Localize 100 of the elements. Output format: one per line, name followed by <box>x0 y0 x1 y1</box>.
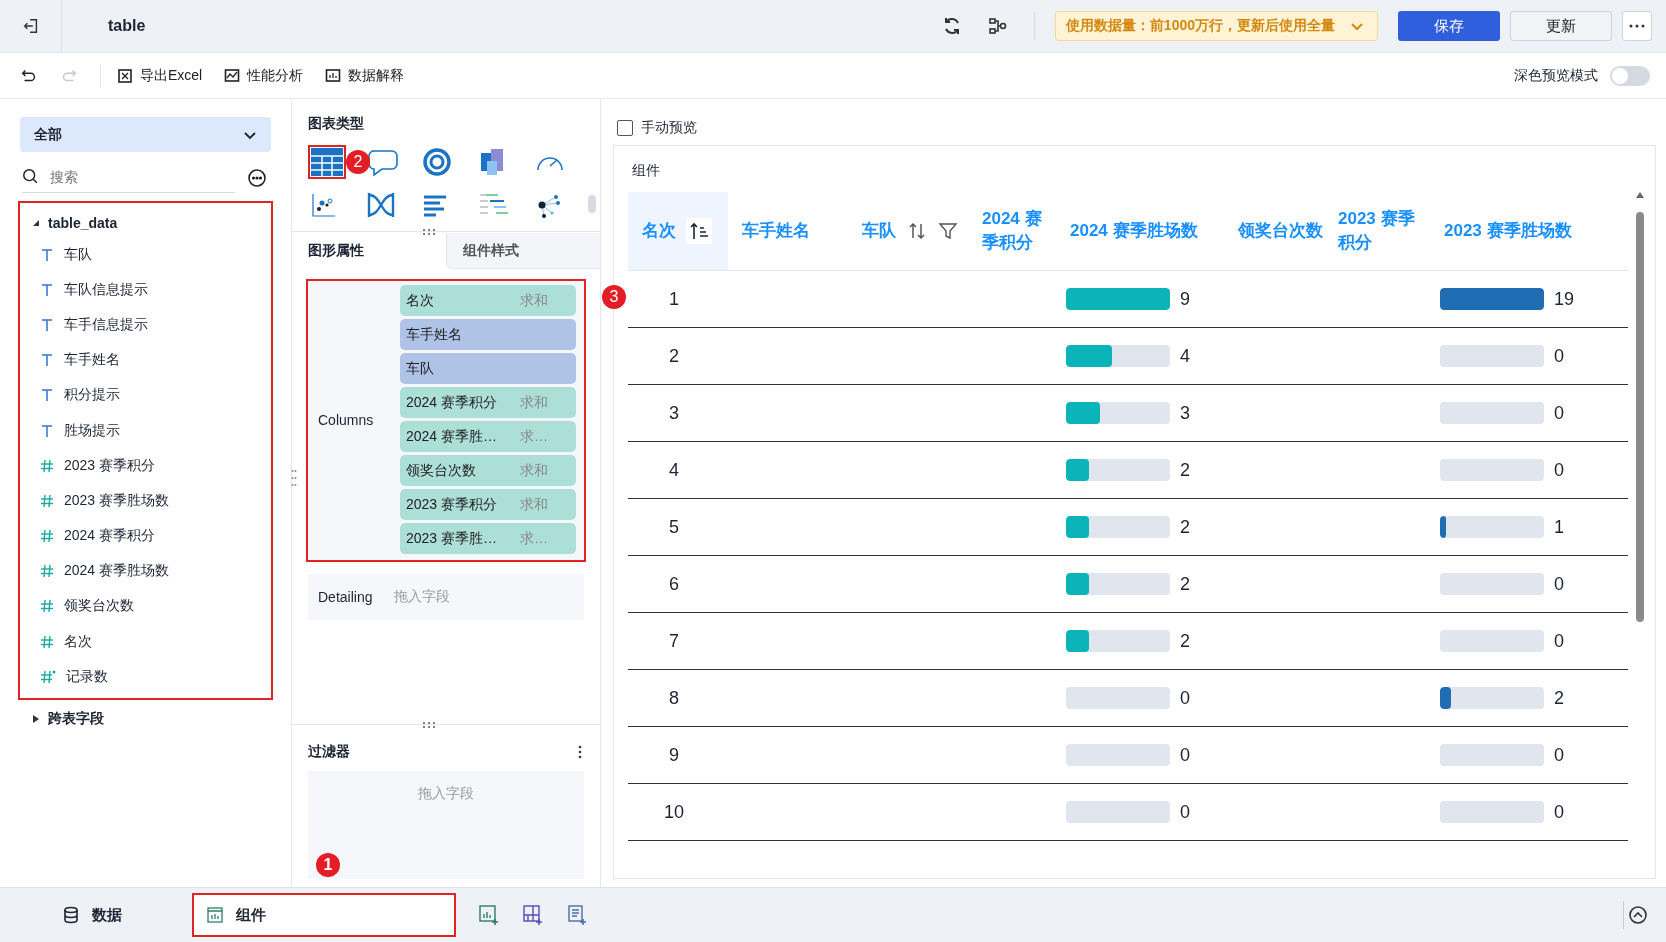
search-field[interactable]: 搜索 <box>48 168 235 186</box>
dark-mode-label: 深色预览模式 <box>1514 66 1598 85</box>
table-cell: 0 <box>1554 459 1564 481</box>
table-cell: 2 <box>1180 459 1190 481</box>
excel-icon <box>117 67 133 84</box>
table-cell: 9 <box>669 744 679 765</box>
panel-tab[interactable]: 组件样式 <box>445 233 600 269</box>
column-title: 车手姓名 <box>742 220 810 243</box>
table-cell: 1 <box>1554 516 1564 538</box>
drop-placeholder: 拖入字段 <box>394 588 451 606</box>
number-field-icon <box>40 529 54 544</box>
field-item[interactable]: 2024 赛季积分 <box>20 518 271 554</box>
table-cell: 6 <box>669 573 679 594</box>
text-field-icon <box>40 317 54 332</box>
field-item[interactable]: 领奖台次数 <box>20 588 271 625</box>
table-cell: 2 <box>1554 687 1564 709</box>
table-icon <box>310 147 344 177</box>
collapsed-caret-icon <box>32 714 40 725</box>
field-item[interactable]: 名次 <box>20 624 271 660</box>
table-cell: 2 <box>1180 630 1190 652</box>
save-button[interactable]: 保存 <box>1398 11 1500 41</box>
table-cell: 2 <box>1180 573 1190 595</box>
sankey-icon <box>366 191 396 219</box>
bottom-tab[interactable]: 数据 <box>50 895 134 935</box>
manual-preview-checkbox[interactable] <box>617 120 633 136</box>
number-field-icon <box>40 493 54 508</box>
field-item[interactable]: 车队 <box>20 237 271 273</box>
table-cell: 0 <box>1180 687 1190 709</box>
line-chart-icon <box>224 67 241 84</box>
step-badge: 2 <box>346 150 370 174</box>
field-pill[interactable]: 2024 赛季积分 求和 <box>400 387 576 418</box>
search-icon <box>22 168 40 186</box>
dark-mode-toggle[interactable] <box>1610 65 1650 86</box>
number-field-icon <box>40 634 54 649</box>
field-item[interactable]: 2023 赛季胜场数 <box>20 483 271 519</box>
filter-title: 过滤器 <box>308 743 350 761</box>
text-field-icon <box>40 388 54 403</box>
field-pill[interactable]: 车队 <box>400 353 576 384</box>
field-item[interactable]: 积分提示 <box>20 377 271 413</box>
text-field-icon <box>40 282 54 297</box>
table-cell: 2 <box>1180 516 1190 538</box>
table-cell: 0 <box>1554 801 1564 823</box>
table-cell: 0 <box>1180 801 1190 823</box>
table-cell: 0 <box>1554 402 1564 424</box>
field-item[interactable]: 车手姓名 <box>20 342 271 378</box>
kebab-icon <box>578 745 582 759</box>
toolbar-button[interactable]: 导出Excel <box>113 62 207 89</box>
table-cell: 0 <box>1180 744 1190 766</box>
count-field-icon <box>40 669 56 684</box>
detailing-well[interactable]: Detailing 拖入字段 <box>308 574 584 620</box>
sort-ascending-icon[interactable] <box>686 218 712 244</box>
table-cell: 9 <box>1180 288 1190 310</box>
field-item[interactable]: 车队信息提示 <box>20 272 271 308</box>
field-pill[interactable]: 领奖台次数 求和 <box>400 455 576 486</box>
scroll-up-icon <box>1636 192 1644 198</box>
scrollbar-thumb[interactable] <box>588 195 596 213</box>
add-report-icon <box>566 904 588 926</box>
field-scope-dropdown[interactable]: 全部 <box>20 117 271 152</box>
update-button[interactable]: 更新 <box>1510 11 1612 41</box>
column-title: 2024 赛季积分 <box>982 208 1043 254</box>
field-pill[interactable]: 2024 赛季胜… 求… <box>400 421 576 452</box>
filter-menu-button[interactable] <box>576 743 584 761</box>
table-cell: 1 <box>669 288 679 309</box>
window-title: table <box>108 17 147 35</box>
cross-table-node[interactable]: 跨表字段 <box>20 704 271 735</box>
add-chart-icon <box>478 904 500 926</box>
table-cell: 2 <box>669 345 679 366</box>
field-item[interactable]: 记录数 <box>20 659 271 695</box>
database-icon <box>62 906 80 924</box>
field-pill[interactable]: 2023 赛季积分 求和 <box>400 489 576 520</box>
more-icon <box>1629 24 1645 28</box>
drop-placeholder: 拖入字段 <box>418 785 474 803</box>
table-cell: 0 <box>1554 744 1564 766</box>
filter-icon[interactable] <box>938 221 958 241</box>
column-title: 领奖台次数 <box>1238 220 1323 243</box>
more-circle-icon <box>247 167 267 188</box>
field-pill[interactable]: 名次 求和 <box>400 285 576 316</box>
field-item[interactable]: 车手信息提示 <box>20 307 271 343</box>
speech-bubble-icon <box>366 147 398 177</box>
field-item[interactable]: 2023 赛季积分 <box>20 448 271 484</box>
table-cell: 4 <box>1180 345 1190 367</box>
text-field-icon <box>40 353 54 368</box>
section-title: 图表类型 <box>307 114 365 133</box>
toolbar-button[interactable]: 性能分析 <box>220 62 308 89</box>
table-cell: 3 <box>669 402 679 423</box>
column-title: 车队 <box>862 220 896 243</box>
field-item[interactable]: 2024 赛季胜场数 <box>20 553 271 589</box>
step-badge: 3 <box>602 285 626 309</box>
table-cell: 10 <box>664 801 684 822</box>
field-pill[interactable]: 车手姓名 <box>400 319 576 350</box>
table-node[interactable]: table_data <box>20 209 271 237</box>
scatter-icon <box>310 191 338 219</box>
table-cell: 3 <box>1180 402 1190 424</box>
column-title: 2024 赛季胜场数 <box>1070 220 1198 243</box>
field-item[interactable]: 胜场提示 <box>20 412 271 449</box>
toolbar-button[interactable]: 数据解释 <box>321 62 409 89</box>
field-pill[interactable]: 2023 赛季胜… 求… <box>400 523 576 554</box>
chart-panel-icon <box>206 906 224 924</box>
number-field-icon <box>40 599 54 614</box>
column-title: 2023 赛季胜场数 <box>1444 220 1572 243</box>
